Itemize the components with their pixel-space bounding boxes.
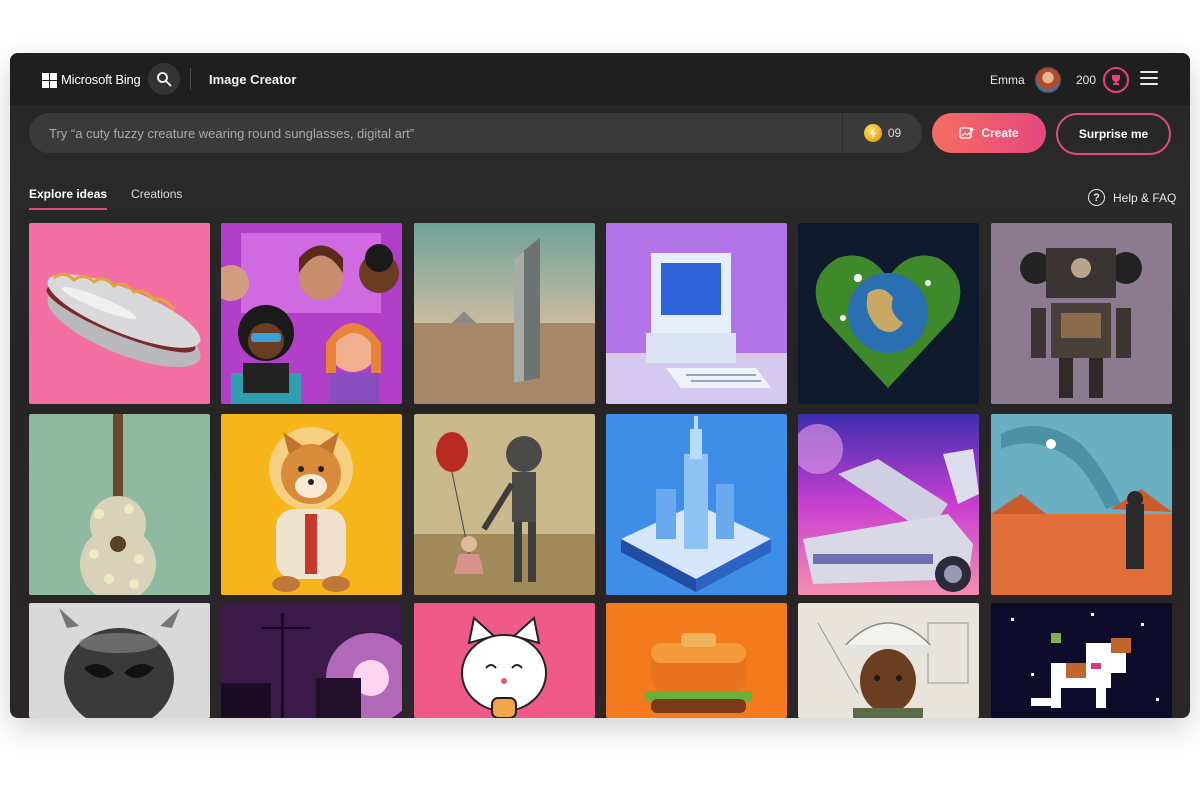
mask-image <box>29 603 210 718</box>
balloon-image <box>414 414 595 595</box>
burger-image <box>606 603 787 718</box>
search-button[interactable] <box>148 63 180 95</box>
points-count: 200 <box>1076 73 1097 87</box>
gallery-tile-monolith[interactable] <box>414 223 595 404</box>
boost-coin-icon <box>863 124 882 142</box>
header-divider <box>190 68 191 90</box>
create-icon <box>959 127 976 139</box>
gallery-tile-guitar[interactable] <box>29 414 210 595</box>
microsoft-logo-icon <box>42 72 57 88</box>
earth-image <box>798 223 979 404</box>
avatar <box>1034 67 1061 93</box>
pixel-dog-image <box>991 603 1172 718</box>
tab-bar: Explore ideas Creations <box>29 187 182 210</box>
gallery-tile-desert[interactable] <box>991 414 1172 595</box>
boosts-counter[interactable]: 09 <box>842 113 922 153</box>
monolith-image <box>414 223 595 404</box>
guitar-image <box>29 414 210 595</box>
robot-image <box>991 223 1172 404</box>
search-icon <box>157 72 172 87</box>
tab-explore-ideas[interactable]: Explore ideas <box>29 187 108 210</box>
help-faq-link[interactable]: ? Help & FAQ <box>1088 189 1176 206</box>
gallery-tile-robot[interactable] <box>991 223 1172 404</box>
user-name: Emma <box>990 73 1025 87</box>
gallery-tile-burger[interactable] <box>606 603 787 718</box>
brand-name: Microsoft Bing <box>61 72 141 87</box>
gallery-tile-dog[interactable] <box>221 414 402 595</box>
app-window: Microsoft Bing Image Creator Emma 200 09 <box>10 53 1190 718</box>
hamburger-menu-icon[interactable] <box>1140 71 1158 85</box>
create-button[interactable]: Create <box>932 113 1046 153</box>
gallery-tile-people[interactable] <box>221 223 402 404</box>
gallery-tile-mask[interactable] <box>29 603 210 718</box>
help-icon: ? <box>1088 189 1105 206</box>
gallery-tile-city[interactable] <box>606 414 787 595</box>
gallery-tile-cat[interactable] <box>414 603 595 718</box>
gallery-tile-street[interactable] <box>221 603 402 718</box>
rewards[interactable]: 200 <box>1076 67 1130 93</box>
gallery-tile-earth[interactable] <box>798 223 979 404</box>
trophy-icon <box>1103 67 1130 93</box>
gallery-tile-portrait[interactable] <box>798 603 979 718</box>
top-bar: Microsoft Bing Image Creator Emma 200 <box>10 53 1190 105</box>
desert-image <box>991 414 1172 595</box>
gallery-tile-hotdog[interactable] <box>29 223 210 404</box>
prompt-bar: 09 <box>29 113 922 153</box>
boosts-count: 09 <box>887 126 902 140</box>
bing-logo[interactable]: Microsoft Bing <box>42 72 141 88</box>
street-image <box>221 603 402 718</box>
gallery-tile-car[interactable] <box>798 414 979 595</box>
people-image <box>221 223 402 404</box>
gallery-tile-pixel-dog[interactable] <box>991 603 1172 718</box>
car-image <box>798 414 979 595</box>
help-label: Help & FAQ <box>1113 190 1177 205</box>
tab-creations[interactable]: Creations <box>131 187 182 210</box>
gallery-tile-balloon[interactable] <box>414 414 595 595</box>
computer-image <box>606 223 787 404</box>
hotdog-image <box>29 223 210 404</box>
cat-image <box>414 603 595 718</box>
create-label: Create <box>981 126 1019 140</box>
surprise-me-button[interactable]: Surprise me <box>1056 113 1171 155</box>
city-image <box>606 414 787 595</box>
prompt-input[interactable] <box>49 125 829 141</box>
dog-image <box>221 414 402 595</box>
app-title[interactable]: Image Creator <box>209 72 296 87</box>
portrait-image <box>798 603 979 718</box>
gallery-tile-computer[interactable] <box>606 223 787 404</box>
user-profile[interactable]: Emma <box>990 67 1061 93</box>
